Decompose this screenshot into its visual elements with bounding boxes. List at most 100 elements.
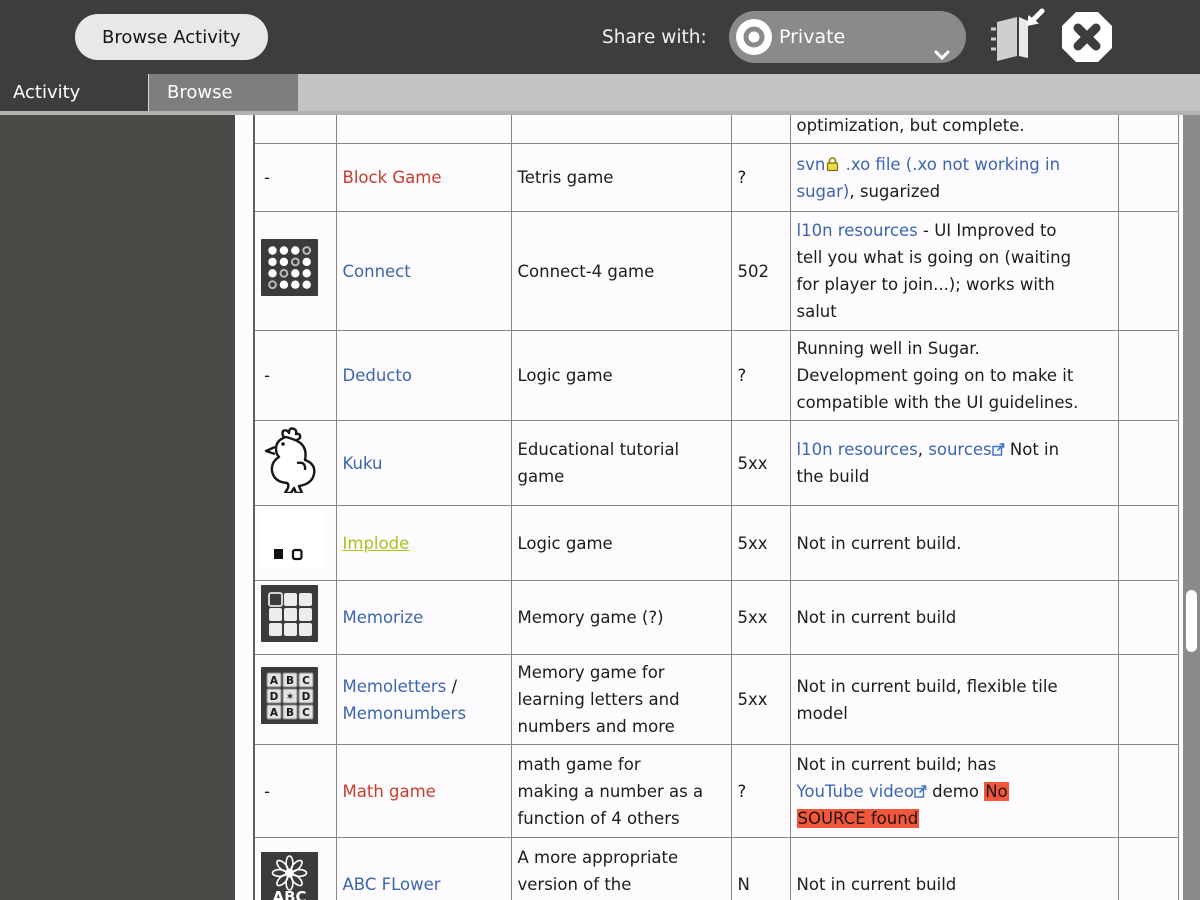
text-run: Not in current build (796, 608, 957, 627)
text-run: Development going on to make it (796, 366, 1074, 385)
build-number-cell: 5xx (730, 654, 791, 745)
activity-description-cell: Educational tutorial game (510, 420, 732, 506)
dash-placeholder: - (264, 781, 270, 801)
activity-name-cell: Deducto (335, 330, 512, 421)
table-row: Implode Logic game 5xx Not in current build… (253, 505, 1179, 581)
content-area: optimization, but complete. - Block Game Te… (0, 115, 1200, 900)
tab-browse[interactable]: Browse (148, 74, 298, 111)
wiki-redlink[interactable]: Math game (343, 782, 436, 801)
wiki-link[interactable]: Memonumbers (343, 704, 467, 723)
activity-icon-cell (253, 115, 337, 144)
chicken-icon[interactable] (261, 425, 329, 501)
text-run: learning letters and (517, 690, 680, 709)
text-run: game (517, 467, 565, 486)
text-run: Tetris game (517, 168, 614, 187)
build-number-cell: ? (730, 330, 791, 421)
activity-icon-cell (253, 505, 337, 581)
text-run: Memory game (?) (517, 608, 664, 627)
scrollbar-thumb[interactable] (1186, 590, 1197, 652)
text-run: math game for (517, 754, 641, 774)
activity-name-cell: Implode (335, 505, 512, 581)
activity-description-cell: Logic game (510, 330, 732, 421)
empty-cell (1117, 420, 1179, 506)
wiki-link[interactable]: l10n resources (797, 221, 918, 240)
empty-cell (1117, 654, 1179, 745)
wiki-link[interactable]: sugar) (797, 182, 850, 201)
text-run: Not in current build, flexible tile (796, 676, 1058, 696)
activity-name-cell: Memorize (335, 580, 512, 655)
status-notes-cell: optimization, but complete. (789, 115, 1119, 144)
svg-text:B: B (286, 675, 294, 687)
external-link-icon[interactable] (991, 436, 1005, 463)
svg-text:A: A (270, 707, 279, 719)
svg-text:✶: ✶ (286, 691, 295, 703)
build-number: ? (737, 168, 747, 187)
activity-icon-cell: A B C D ✶ D A B C (253, 654, 337, 745)
left-panel (0, 115, 235, 900)
wiki-link[interactable]: svn (797, 155, 826, 174)
text-run: , sugarized (849, 181, 941, 201)
abc-flower-icon[interactable]: ABC (261, 851, 318, 900)
connect-grid-icon[interactable] (261, 238, 318, 304)
svg-text:ABC: ABC (272, 888, 306, 900)
svg-text:B: B (286, 707, 294, 719)
wiki-link[interactable]: YouTube video (797, 782, 914, 801)
external-link-icon[interactable] (914, 778, 927, 805)
wiki-redlink[interactable]: Block Game (343, 168, 442, 187)
table-row: A B C D ✶ D A B C Memoletters / Memonumbers Memory … (253, 654, 1179, 745)
activity-description-cell: Logic game (510, 505, 732, 581)
wiki-link[interactable]: Memorize (343, 608, 424, 627)
text-run: for player to join...); works with (796, 275, 1055, 294)
empty-cell (1117, 330, 1179, 421)
memoletters-tiles-icon[interactable]: A B C D ✶ D A B C (261, 667, 318, 732)
secure-lock-icon[interactable] (825, 151, 840, 178)
text-run: demo (926, 781, 985, 801)
activity-description-cell: math game for making a number as a functio… (510, 744, 732, 838)
web-page-view: optimization, but complete. - Block Game Te… (235, 115, 1183, 900)
keep-in-journal-icon[interactable] (983, 6, 1047, 68)
wiki-link[interactable]: Memoletters (343, 677, 447, 696)
text-run: Educational tutorial (517, 440, 680, 459)
table-row: Kuku Educational tutorial game 5xx l10n reso… (253, 420, 1179, 506)
wiki-link[interactable]: Connect (343, 262, 411, 281)
build-number-cell: 5xx (730, 505, 791, 581)
wiki-link[interactable]: l10n resources (797, 440, 918, 459)
text-run: Logic game (517, 366, 613, 385)
wiki-link-active[interactable]: Implode (343, 534, 410, 553)
memorize-grid-icon[interactable] (261, 585, 318, 650)
table-row: Connect Connect-4 game 502 l10n resources -… (253, 211, 1179, 331)
implode-squares-icon[interactable] (261, 510, 323, 576)
empty-cell (1117, 211, 1179, 331)
text-run: Not in current build; has (796, 754, 997, 774)
text-run: Running well in Sugar. (796, 339, 980, 358)
share-scope-dropdown[interactable]: Private (729, 11, 966, 63)
wiki-link[interactable]: sources (928, 440, 991, 459)
tab-activity[interactable]: Activity (0, 74, 148, 111)
private-radio-icon (735, 18, 773, 56)
share-with-label: Share with: (602, 26, 707, 48)
svg-text:A: A (270, 675, 279, 687)
activity-icon-cell: - (253, 330, 337, 421)
build-number-cell: 5xx (730, 580, 791, 655)
build-number: ? (737, 366, 747, 385)
browse-activity-button[interactable]: Browse Activity (75, 14, 268, 60)
activity-name-cell: Memoletters / Memonumbers (335, 654, 512, 745)
vertical-scrollbar[interactable] (1183, 115, 1200, 900)
activity-name-cell: Connect (335, 211, 512, 331)
table-row: ABC ABC FLower A more appropriate version o… (253, 837, 1179, 900)
wiki-link[interactable]: Kuku (343, 454, 383, 473)
highlighted-text: SOURCE found (796, 808, 920, 828)
svg-text:C: C (302, 707, 310, 719)
text-run: Not in current build. (796, 533, 962, 553)
wiki-link[interactable]: ABC FLower (343, 875, 441, 894)
empty-cell (1117, 837, 1179, 900)
build-number-cell: N (730, 837, 791, 900)
wiki-link[interactable]: .xo file (.xo not working in (846, 155, 1061, 174)
svg-text:C: C (302, 675, 310, 687)
status-notes-cell: l10n resources - UI Improved to tell you … (789, 211, 1119, 331)
text-run: version of the (517, 874, 632, 894)
wiki-link[interactable]: Deducto (343, 366, 412, 385)
text-run: Logic game (517, 533, 613, 553)
activity-name-cell: Math game (335, 744, 512, 838)
stop-activity-icon[interactable] (1059, 9, 1115, 65)
